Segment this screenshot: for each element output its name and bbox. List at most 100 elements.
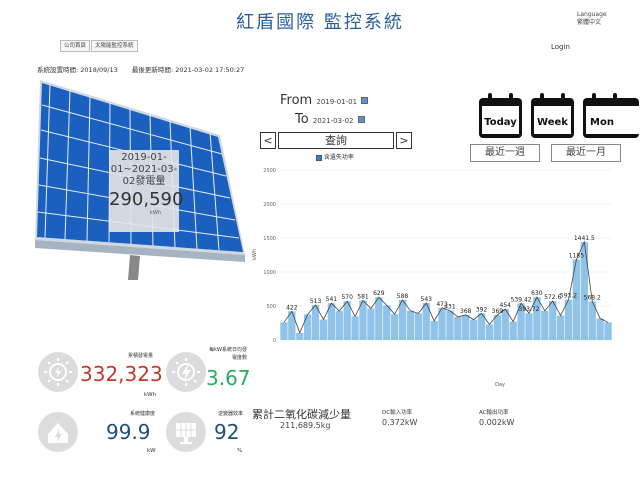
language-label: Language: [577, 11, 607, 18]
data-label: 368: [460, 308, 472, 315]
carbon-label: 累計二氧化碳減少量: [252, 408, 351, 421]
next-button[interactable]: >: [396, 132, 412, 149]
data-label: 392: [476, 306, 488, 313]
data-label: 630: [531, 290, 543, 297]
y-tick-label: 1000: [263, 270, 276, 276]
solar-panel-icon: [176, 423, 196, 444]
system-health-label: 系統健康度: [130, 411, 156, 417]
dc-input-value: 0.372kW: [382, 418, 418, 427]
energy-bar: [280, 322, 288, 340]
energy-bar: [470, 319, 478, 340]
data-label: 1441.5: [574, 235, 595, 242]
energy-bar: [288, 311, 296, 340]
data-label: 393.72: [519, 306, 540, 313]
energy-chart: 0 500 1000 1500 2000 2500 1185 1441.5 422 513 541…: [252, 168, 612, 388]
energy-bar: [556, 315, 565, 340]
avg-circle: [166, 352, 206, 392]
energy-bar: [367, 308, 375, 340]
energy-bar: [549, 301, 557, 340]
avg-value: 3.67: [206, 366, 251, 390]
to-label: To: [295, 112, 309, 127]
y-tick-label: 2500: [263, 168, 276, 174]
update-time: 2021-03-02 17:50:27: [175, 66, 245, 74]
data-label: 568.2: [584, 294, 601, 301]
data-label: 570: [341, 294, 353, 301]
energy-bar: [296, 332, 304, 340]
energy-bar: [406, 310, 415, 340]
energy-bar: [446, 310, 454, 340]
energy-bar: [485, 324, 494, 340]
to-date-input[interactable]: 2021-03-02: [313, 117, 354, 125]
query-button[interactable]: 查詢: [278, 132, 394, 149]
energy-bar: [462, 314, 470, 340]
data-label: 541: [326, 296, 338, 303]
from-label: From: [280, 93, 313, 108]
generation-circle: [38, 352, 78, 392]
summary-value: 290,590: [109, 189, 184, 210]
generation-summary: 2019-01-01~2021-03-02發電量 290,590 kWh: [109, 150, 184, 232]
data-label: 422: [286, 304, 298, 311]
data-label: 539.42: [511, 296, 532, 303]
energy-bar: [375, 297, 383, 340]
calendar-icon[interactable]: [357, 116, 365, 123]
sun-bolt-icon: [172, 358, 200, 386]
prev-button[interactable]: <: [260, 132, 276, 149]
sun-plug-icon: [44, 358, 72, 386]
data-label: 431: [444, 304, 456, 311]
energy-bar: [351, 316, 359, 340]
data-label: 593.2: [560, 293, 577, 300]
data-label: 1185: [569, 252, 584, 259]
today-calendar-button[interactable]: Today: [478, 93, 523, 139]
energy-bar: [343, 301, 351, 340]
page-title: 紅盾國際 監控系統: [236, 12, 404, 33]
install-date: 2018/09/13: [80, 66, 118, 74]
inverter-efficiency-label: 逆變器效率: [218, 411, 244, 417]
data-label: 543: [421, 296, 433, 303]
y-tick-label: 2000: [263, 202, 276, 208]
energy-bar: [533, 297, 541, 340]
y-tick-label: 500: [266, 304, 276, 310]
avg-label: 每kW系統日均發電度數: [209, 347, 247, 361]
dc-input-label: DC輸入功率: [382, 410, 413, 416]
x-axis-label: Day: [495, 382, 505, 388]
energy-bar: [319, 319, 328, 340]
language-selector[interactable]: Language 繁體中文: [577, 11, 607, 27]
login-link[interactable]: Login: [551, 43, 570, 51]
month-calendar-button[interactable]: Mon: [582, 93, 640, 139]
summary-label: 2019-01-01~2021-03-02發電量: [110, 152, 178, 187]
energy-bar: [335, 311, 343, 340]
y-tick-label: 1500: [263, 236, 276, 242]
inverter-efficiency-value: 92: [214, 420, 240, 444]
energy-bar: [525, 313, 533, 340]
from-date-input[interactable]: 2019-01-01: [316, 98, 357, 106]
nav-solar-button[interactable]: 太陽能監控系統: [91, 40, 138, 52]
energy-bar: [390, 314, 399, 340]
data-label: 629: [373, 290, 385, 297]
nav-home-button[interactable]: 公司首頁: [60, 40, 91, 52]
y-axis-label: kWh: [252, 249, 258, 260]
energy-bar: [493, 314, 502, 340]
ac-output-value: 0.002kW: [479, 418, 515, 427]
inverter-circle: [166, 412, 206, 452]
install-label: 系統設置時間:: [37, 66, 79, 74]
energy-bar: [596, 318, 604, 340]
house-bolt-icon: [48, 423, 68, 443]
energy-bar: [383, 305, 391, 340]
calendar-label: Week: [537, 117, 568, 128]
energy-bar: [509, 321, 517, 340]
system-health-unit: kW: [147, 448, 156, 454]
week-calendar-button[interactable]: Week: [530, 93, 575, 139]
health-circle: [38, 412, 78, 452]
energy-bar: [304, 314, 312, 340]
summary-unit: kWh: [149, 210, 161, 216]
calendar-label: Today: [484, 117, 517, 128]
language-value[interactable]: 繁體中文: [577, 19, 607, 27]
total-generation-unit: kWh: [144, 392, 157, 398]
system-health-value: 99.9: [106, 420, 151, 444]
energy-bar: [414, 313, 422, 340]
data-label: 513: [310, 298, 322, 305]
data-label: 588: [397, 293, 409, 300]
energy-bar: [398, 300, 407, 340]
energy-bar: [604, 322, 612, 340]
calendar-icon[interactable]: [361, 97, 369, 104]
